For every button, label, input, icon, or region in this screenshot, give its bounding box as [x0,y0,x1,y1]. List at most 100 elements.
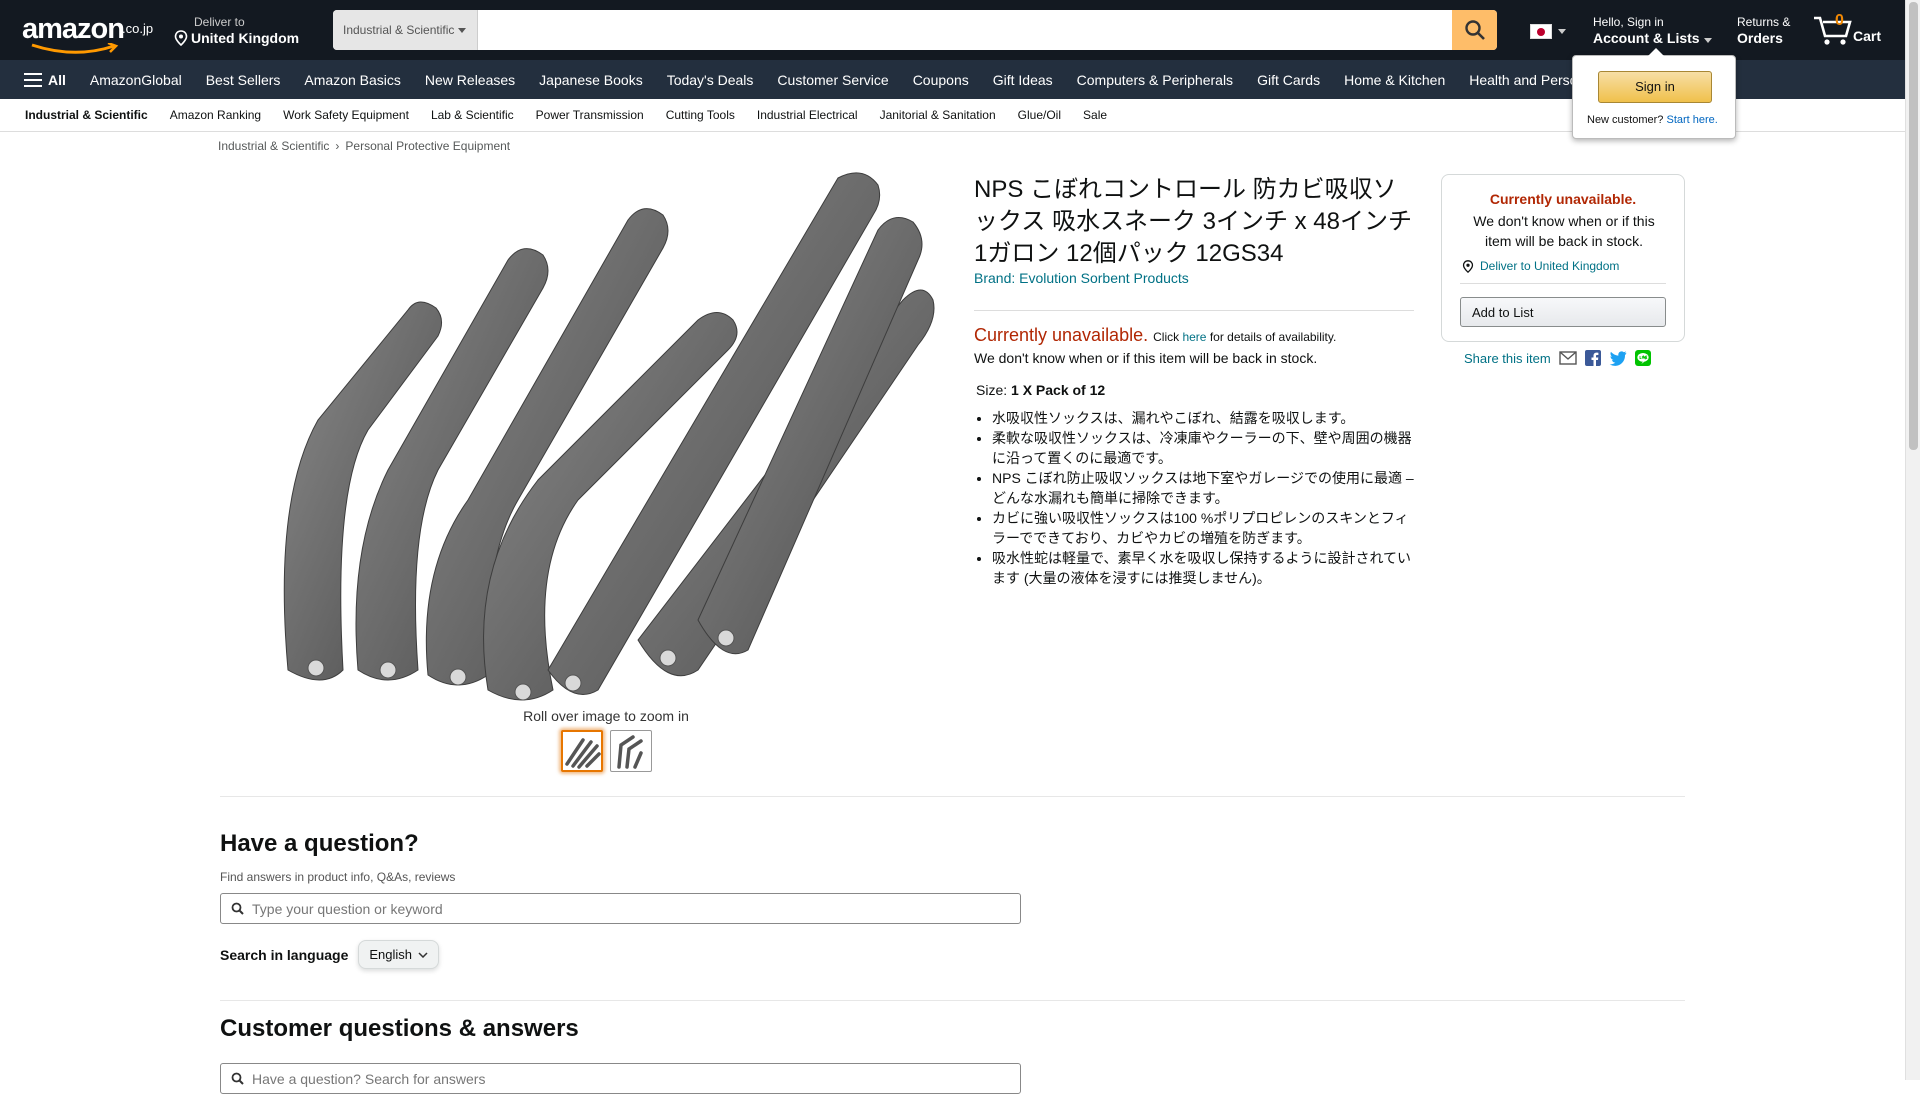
feature-bullets: 水吸収性ソックスは、漏れやこぼれ、結露を吸収します。 柔軟な吸収性ソックスは、冷… [974,408,1414,588]
nav-item-health[interactable]: Health and Perso [1457,72,1589,88]
buybox-message: We don't know when or if this item will … [1473,213,1655,249]
hamburger-icon [24,72,42,87]
zoom-hint: Roll over image to zoom in [523,708,689,724]
qa-section-title: Customer questions & answers [220,1015,579,1042]
subnav-industrial-scientific[interactable]: Industrial & Scientific [14,108,159,122]
sign-in-button[interactable]: Sign in [1598,71,1712,103]
caret-down-icon [458,27,467,33]
thumbnail-image [617,735,643,769]
new-customer-text: New customer? Start here. [1587,114,1718,126]
line-icon[interactable] [1634,350,1651,366]
search-input[interactable] [478,10,1452,50]
nav-item-new-releases[interactable]: New Releases [413,72,527,88]
nav-item-gift-cards[interactable]: Gift Cards [1245,72,1332,88]
language-selector[interactable] [1530,24,1566,39]
nav-item-amazon-basics[interactable]: Amazon Basics [292,72,412,88]
search-button[interactable] [1452,10,1497,50]
nav-item-customer-service[interactable]: Customer Service [765,72,900,88]
back-in-stock-text: We don't know when or if this item will … [974,350,1318,366]
subnav-industrial-electrical[interactable]: Industrial Electrical [746,108,869,122]
nav-item-amazonglobal[interactable]: AmazonGlobal [78,72,194,88]
question-section-title: Have a question? [220,830,419,857]
subnav-lab-scientific[interactable]: Lab & Scientific [420,108,525,122]
feature-bullet: 水吸収性ソックスは、漏れやこぼれ、結露を吸収します。 [992,408,1414,428]
returns-orders-link[interactable]: Returns & Orders [1737,14,1790,47]
amazon-logo[interactable]: amazon .co.jp [20,13,160,54]
japan-flag-icon [1530,24,1552,39]
search-bar: Industrial & Scientific [333,10,1497,50]
nav-item-home-kitchen[interactable]: Home & Kitchen [1332,72,1457,88]
brand-link[interactable]: Brand: Evolution Sorbent Products [974,270,1189,286]
smile-icon [31,43,119,54]
subnav-power-transmission[interactable]: Power Transmission [525,108,655,122]
breadcrumb-link[interactable]: Industrial & Scientific [218,139,329,153]
search-language-row: Search in language English [220,940,440,969]
breadcrumb-link[interactable]: Personal Protective Equipment [345,139,510,153]
search-icon [231,902,244,915]
nav-item-coupons[interactable]: Coupons [901,72,981,88]
deliver-to-location[interactable]: Deliver to United Kingdom [174,14,299,46]
cart-icon [1814,16,1852,45]
buybox-unavailable: Currently unavailable. [1489,191,1637,207]
question-search-placeholder: Type your question or keyword [252,900,443,917]
subnav-amazon-ranking[interactable]: Amazon Ranking [159,108,272,122]
qa-search-input[interactable]: Have a question? Search for answers [220,1063,1021,1094]
nav-item-todays-deals[interactable]: Today's Deals [655,72,766,88]
language-dropdown[interactable]: English [358,940,440,969]
qa-search-placeholder: Have a question? Search for answers [252,1070,486,1087]
all-menu-button[interactable]: All [0,72,78,88]
product-title: NPS こぼれコントロール 防カビ吸収ソックス 吸水スネーク 3インチ x 48… [974,176,1412,267]
availability-status: Currently unavailable. Click here for de… [974,325,1337,345]
subnav-sale[interactable]: Sale [1072,108,1118,122]
nav-item-japanese-books[interactable]: Japanese Books [527,72,655,88]
scrollbar-thumb[interactable] [1909,2,1918,450]
start-here-link[interactable]: Start here. [1666,114,1717,126]
share-label: Share this item [1464,350,1551,366]
feature-bullet: NPS こぼれ防止吸収ソックスは地下室やガレージでの使用に最適 – どんな水漏れ… [992,468,1414,508]
feature-bullet: 柔軟な吸収性ソックスは、冷凍庫やクーラーの下、壁や周囲の機器に沿って置くのに最適… [992,428,1414,468]
nav-item-computers[interactable]: Computers & Peripherals [1065,72,1245,88]
size-info: Size: 1 X Pack of 12 [976,382,1106,398]
buy-box: Currently unavailable. We don't know whe… [1441,174,1685,342]
signin-popover: Sign in New customer? Start here. [1572,48,1736,139]
question-section-subtitle: Find answers in product info, Q&As, revi… [220,870,456,884]
section-divider [220,1000,1685,1001]
feature-bullet: カビに強い吸収性ソックスは100 %ポリプロピレンのスキンとフィラーでできており… [992,508,1414,548]
location-pin-icon [174,30,188,46]
facebook-icon[interactable] [1584,350,1601,366]
add-to-list-button[interactable]: Add to List [1460,297,1666,327]
breadcrumb: Industrial & Scientific › Personal Prote… [218,139,510,153]
deliver-to-link[interactable]: Deliver to United Kingdom [1462,259,1619,273]
search-icon [1464,20,1485,40]
twitter-icon[interactable] [1609,350,1627,366]
thumbnail-image [565,738,601,769]
cart-button[interactable]: 0 Cart [1812,10,1892,50]
divider [974,310,1414,311]
caret-down-icon [1558,29,1566,34]
share-row: Share this item [1464,350,1651,366]
subnav-cutting-tools[interactable]: Cutting Tools [655,108,746,122]
nav-item-gift-ideas[interactable]: Gift Ideas [981,72,1065,88]
email-icon[interactable] [1559,351,1577,365]
image-thumbnail[interactable] [610,730,652,772]
size-value: 1 X Pack of 12 [1011,382,1106,398]
location-pin-icon [1462,259,1474,273]
search-category-dropdown[interactable]: Industrial & Scientific [333,10,478,50]
subnav-work-safety[interactable]: Work Safety Equipment [272,108,420,122]
account-lists-menu[interactable]: Hello, Sign in Account & Lists [1593,14,1713,47]
breadcrumb-separator-icon: › [335,139,340,153]
nav-item-best-sellers[interactable]: Best Sellers [194,72,293,88]
question-search-input[interactable]: Type your question or keyword [220,893,1021,924]
page-scrollbar[interactable] [1905,0,1920,1080]
search-language-label: Search in language [220,946,349,963]
subnav-janitorial[interactable]: Janitorial & Sanitation [869,108,1007,122]
caret-down-icon [1704,38,1713,43]
divider [1460,283,1666,284]
chevron-down-icon [418,951,428,958]
product-main-image[interactable] [278,170,936,710]
deliver-country: United Kingdom [191,30,300,46]
subnav-glue-oil[interactable]: Glue/Oil [1007,108,1072,122]
availability-details-link[interactable]: here [1182,330,1206,344]
image-thumbnail[interactable] [561,730,603,772]
top-nav-bar: amazon .co.jp Deliver to United Kingdom … [0,0,1905,60]
